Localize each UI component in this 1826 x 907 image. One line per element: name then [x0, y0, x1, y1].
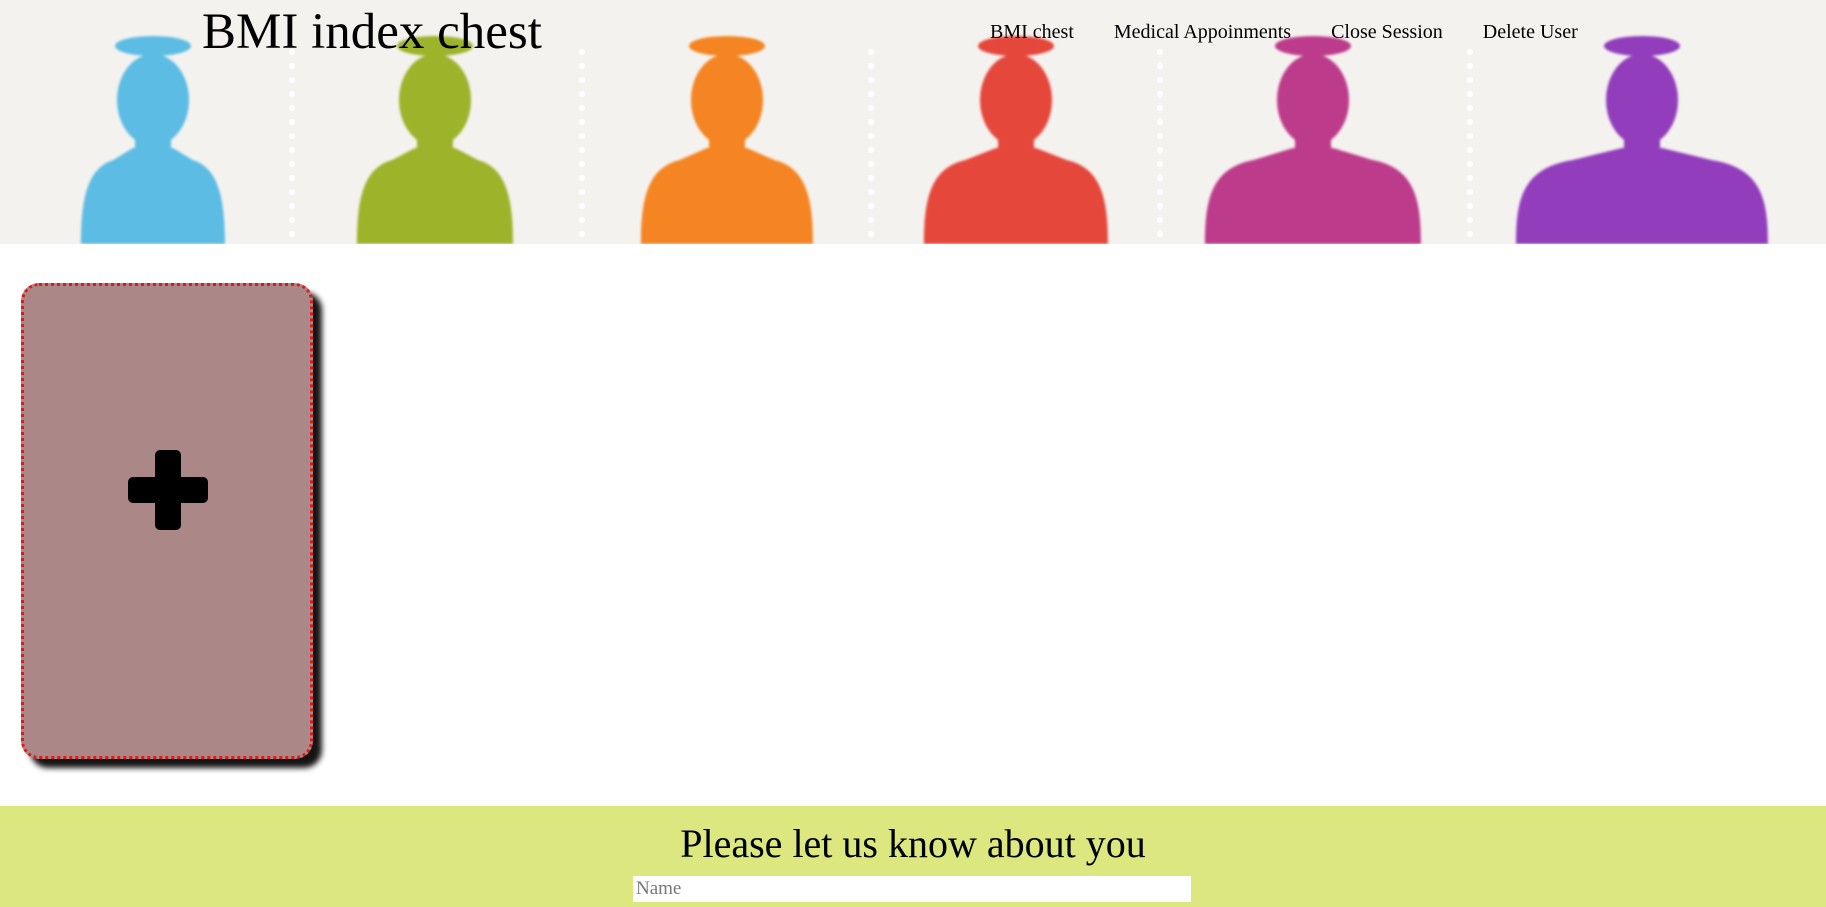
divider-dot: [579, 189, 585, 195]
divider-dot: [579, 105, 585, 111]
person-silhouette-icon: [357, 36, 513, 244]
divider-dot: [1467, 91, 1473, 97]
divider-dot: [579, 119, 585, 125]
divider-dot: [1157, 189, 1163, 195]
divider-dot: [1157, 119, 1163, 125]
name-input[interactable]: [633, 876, 1191, 902]
divider-dot: [868, 133, 874, 139]
divider-dot: [1467, 133, 1473, 139]
divider-dot: [1157, 161, 1163, 167]
divider-dot: [1467, 147, 1473, 153]
divider-dot: [1467, 119, 1473, 125]
divider-dot: [868, 231, 874, 237]
divider-dot: [868, 105, 874, 111]
divider-dot: [579, 217, 585, 223]
divider-dot: [1467, 203, 1473, 209]
person-silhouette-icon: [1205, 36, 1421, 244]
divider-dot: [868, 119, 874, 125]
divider-dot: [579, 91, 585, 97]
nav-medical-appointments[interactable]: Medical Appoinments: [1114, 20, 1291, 44]
divider-dot: [1467, 189, 1473, 195]
divider-dot: [1157, 91, 1163, 97]
divider-dot: [1157, 49, 1163, 55]
divider-dot: [1467, 217, 1473, 223]
about-you-heading: Please let us know about you: [680, 821, 1146, 866]
banner-figures: [81, 36, 1768, 244]
divider-dot: [579, 161, 585, 167]
divider-dot: [1157, 63, 1163, 69]
divider-dot: [289, 119, 295, 125]
divider-dot: [868, 189, 874, 195]
divider-dot: [868, 63, 874, 69]
divider-dot: [289, 147, 295, 153]
main-nav: BMI chest Medical Appoinments Close Sess…: [990, 20, 1578, 44]
divider-dot: [1157, 175, 1163, 181]
nav-delete-user[interactable]: Delete User: [1483, 20, 1578, 44]
divider-dot: [579, 203, 585, 209]
divider-dot: [1157, 217, 1163, 223]
divider-dot: [579, 49, 585, 55]
divider-dot: [289, 175, 295, 181]
divider-dot: [289, 217, 295, 223]
divider-dot: [1467, 49, 1473, 55]
site-title: BMI index chest: [202, 4, 542, 60]
divider-dot: [868, 161, 874, 167]
divider-dot: [1467, 105, 1473, 111]
divider-dot: [289, 91, 295, 97]
add-entry-card[interactable]: [21, 283, 313, 759]
divider-dot: [1467, 161, 1473, 167]
divider-dot: [289, 63, 295, 69]
divider-dot: [289, 203, 295, 209]
divider-dot: [868, 147, 874, 153]
divider-dot: [1157, 231, 1163, 237]
divider-dot: [1157, 105, 1163, 111]
divider-dot: [579, 77, 585, 83]
divider-dot: [868, 77, 874, 83]
divider-dot: [579, 147, 585, 153]
divider-dot: [1157, 77, 1163, 83]
divider-dot: [289, 161, 295, 167]
divider-dot: [1157, 203, 1163, 209]
divider-dot: [289, 231, 295, 237]
divider-dot: [289, 105, 295, 111]
divider-dot: [868, 203, 874, 209]
divider-dot: [1467, 231, 1473, 237]
divider-dot: [1157, 133, 1163, 139]
person-silhouette-icon: [1516, 36, 1768, 244]
about-you-section: Please let us know about you: [0, 806, 1826, 907]
divider-dot: [1157, 147, 1163, 153]
person-silhouette-icon: [924, 36, 1108, 244]
divider-dot: [579, 175, 585, 181]
divider-dot: [1467, 77, 1473, 83]
divider-dot: [579, 133, 585, 139]
divider-dot: [868, 175, 874, 181]
divider-dot: [868, 91, 874, 97]
divider-dot: [868, 217, 874, 223]
plus-icon: [128, 450, 208, 530]
divider-dot: [1467, 63, 1473, 69]
divider-dot: [1467, 175, 1473, 181]
nav-close-session[interactable]: Close Session: [1331, 20, 1443, 44]
divider-dot: [579, 231, 585, 237]
divider-dot: [289, 77, 295, 83]
header-banner: BMI index chest BMI chest Medical Appoin…: [0, 0, 1826, 244]
person-silhouette-icon: [641, 36, 813, 244]
divider-dot: [289, 133, 295, 139]
person-silhouette-icon: [81, 36, 225, 244]
divider-dot: [289, 189, 295, 195]
divider-dot: [868, 49, 874, 55]
divider-dot: [579, 63, 585, 69]
nav-bmi-chest[interactable]: BMI chest: [990, 20, 1074, 44]
